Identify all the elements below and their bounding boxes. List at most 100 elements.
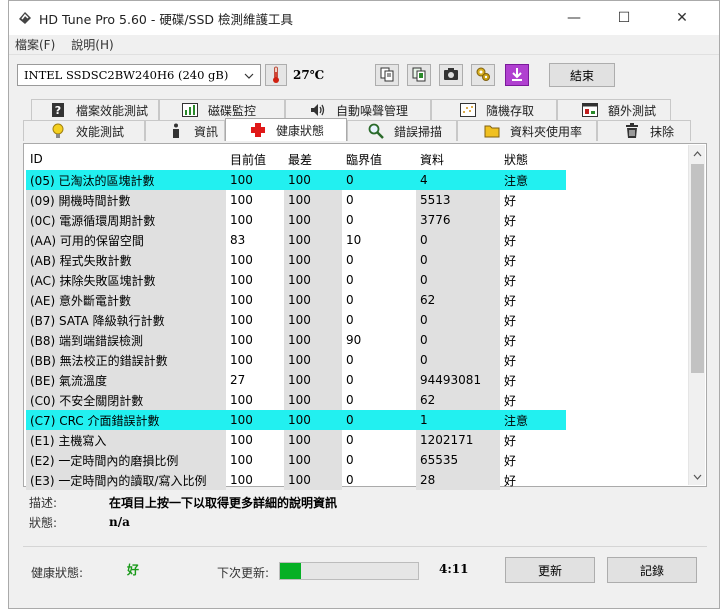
cell-threshold: 0 xyxy=(346,473,354,487)
tab-row-1: ? 檔案效能測試 磁碟監控 自動噪聲管理 隨機存取 額外測試 xyxy=(31,99,691,120)
save-download-button[interactable] xyxy=(505,64,529,86)
close-button[interactable]: ✕ xyxy=(659,1,705,35)
table-row[interactable]: (05) 已淘汰的區塊計數 100 100 0 4 注意 xyxy=(26,170,566,190)
cell-status: 好 xyxy=(504,353,517,368)
cell-current: 100 xyxy=(230,293,253,307)
table-row[interactable]: (E3) 一定時間內的讀取/寫入比例 100 100 0 28 好 xyxy=(26,470,566,490)
cell-threshold: 0 xyxy=(346,213,354,227)
tab-info[interactable]: 資訊 xyxy=(145,120,225,141)
cell-status: 好 xyxy=(504,213,517,228)
cell-status: 好 xyxy=(504,273,517,288)
col-header-threshold[interactable]: 臨界值 xyxy=(342,148,416,170)
tab-label: 隨機存取 xyxy=(486,103,535,118)
menu-help[interactable]: 說明(H) xyxy=(71,36,113,53)
table-row[interactable]: (0C) 電源循環周期計數 100 100 0 3776 好 xyxy=(26,210,566,230)
scroll-down-arrow-icon[interactable] xyxy=(689,468,706,485)
copy-icon xyxy=(379,66,395,85)
table-row[interactable]: (AB) 程式失敗計數 100 100 0 0 好 xyxy=(26,250,566,270)
cell-data: 1 xyxy=(416,410,500,430)
trash-icon xyxy=(624,123,640,139)
cell-data: 94493081 xyxy=(416,370,500,390)
drive-select[interactable]: INTEL SSDSC2BW240H6 (240 gB) xyxy=(17,64,261,86)
table-row[interactable]: (E2) 一定時間內的磨損比例 100 100 0 65535 好 xyxy=(26,450,566,470)
col-header-current[interactable]: 目前值 xyxy=(226,148,284,170)
minimize-button[interactable]: — xyxy=(551,1,597,35)
health-status-label: 健康狀態: xyxy=(31,566,84,580)
cell-worst: 100 xyxy=(284,190,342,210)
table-row[interactable]: (C7) CRC 介面錯誤計數 100 100 0 1 注意 xyxy=(26,410,566,430)
cell-status: 好 xyxy=(504,293,517,308)
cell-id: (AA) 可用的保留空間 xyxy=(26,230,226,250)
tab-error-scan[interactable]: 錯誤掃描 xyxy=(347,120,457,141)
tab-folder-usage[interactable]: 資料夾使用率 xyxy=(457,120,597,141)
download-arrow-icon xyxy=(509,66,525,85)
col-header-worst[interactable]: 最差 xyxy=(284,148,342,170)
tab-random-access[interactable]: 隨機存取 xyxy=(431,99,557,120)
cell-data: 0 xyxy=(416,330,500,350)
cell-current: 100 xyxy=(230,453,253,467)
cell-id: (E3) 一定時間內的讀取/寫入比例 xyxy=(26,470,226,490)
table-row[interactable]: (AA) 可用的保留空間 83 100 10 0 好 xyxy=(26,230,566,250)
cell-id: (E1) 主機寫入 xyxy=(26,430,226,450)
vertical-scrollbar[interactable] xyxy=(688,145,705,485)
refresh-button[interactable]: 更新 xyxy=(505,557,595,583)
description-row: 描述: 在項目上按一下以取得更多詳細的說明資訊 xyxy=(29,492,337,512)
log-button[interactable]: 記錄 xyxy=(607,557,697,583)
tab-benchmark[interactable]: 效能測試 xyxy=(23,120,145,141)
cell-status: 好 xyxy=(504,313,517,328)
cell-status: 好 xyxy=(504,253,517,268)
table-row[interactable]: (AE) 意外斷電計數 100 100 0 62 好 xyxy=(26,290,566,310)
cell-threshold: 0 xyxy=(342,170,416,190)
copy-text-button[interactable] xyxy=(375,64,399,86)
table-row[interactable]: (E1) 主機寫入 100 100 0 1202171 好 xyxy=(26,430,566,450)
maximize-button[interactable]: ☐ xyxy=(601,1,647,35)
scrollbar-thumb[interactable] xyxy=(691,164,704,373)
info-icon xyxy=(168,123,184,139)
cell-data: 62 xyxy=(416,290,500,310)
tab-erase[interactable]: 抹除 xyxy=(597,120,691,141)
table-row[interactable]: (AC) 抹除失敗區塊計數 100 100 0 0 好 xyxy=(26,270,566,290)
col-header-data[interactable]: 資料 xyxy=(416,148,500,170)
tab-aam[interactable]: 自動噪聲管理 xyxy=(285,99,431,120)
cell-data: 0 xyxy=(416,230,500,250)
col-header-id[interactable]: ID xyxy=(26,148,226,170)
tab-health[interactable]: 健康狀態 xyxy=(225,118,347,141)
cell-threshold: 10 xyxy=(346,233,362,247)
scroll-up-arrow-icon[interactable] xyxy=(689,145,706,162)
cell-current: 100 xyxy=(230,273,253,287)
col-header-status[interactable]: 狀態 xyxy=(500,148,566,170)
cell-current: 100 xyxy=(230,473,253,487)
cell-worst: 100 xyxy=(284,350,342,370)
table-header-row: ID 目前值 最差 臨界值 資料 狀態 xyxy=(26,148,566,170)
magnifier-icon xyxy=(368,123,384,139)
tab-extra-tests[interactable]: 額外測試 xyxy=(557,99,671,120)
cell-status: 好 xyxy=(504,433,517,448)
cell-status: 注意 xyxy=(500,170,566,190)
table-row[interactable]: (09) 開機時間計數 100 100 0 5513 好 xyxy=(26,190,566,210)
copy-all-button[interactable] xyxy=(407,64,431,86)
tab-file-benchmark[interactable]: ? 檔案效能測試 xyxy=(31,99,159,120)
chevron-down-icon xyxy=(244,68,254,82)
table-row[interactable]: (B8) 端到端錯誤檢測 100 100 90 0 好 xyxy=(26,330,566,350)
app-window: HD Tune Pro 5.60 - 硬碟/SSD 檢測維護工具 — ☐ ✕ 檔… xyxy=(8,0,720,609)
table-row[interactable]: (BE) 氣流溫度 27 100 0 94493081 好 xyxy=(26,370,566,390)
options-button[interactable] xyxy=(471,64,495,86)
tab-disk-monitor[interactable]: 磁碟監控 xyxy=(159,99,285,120)
cell-status: 好 xyxy=(504,233,517,248)
cell-worst: 100 xyxy=(284,370,342,390)
cell-threshold: 0 xyxy=(342,410,416,430)
hdtune-app-icon xyxy=(15,8,35,28)
tab-label: 磁碟監控 xyxy=(208,103,257,118)
cell-id: (C0) 不安全關閉計數 xyxy=(26,390,226,410)
cell-id: (AE) 意外斷電計數 xyxy=(26,290,226,310)
menu-file[interactable]: 檔案(F) xyxy=(15,36,55,53)
question-icon: ? xyxy=(50,102,66,118)
red-cross-icon xyxy=(250,122,266,138)
cell-threshold: 0 xyxy=(346,313,354,327)
table-row[interactable]: (BB) 無法校正的錯誤計數 100 100 0 0 好 xyxy=(26,350,566,370)
table-row[interactable]: (C0) 不安全關閉計數 100 100 0 62 好 xyxy=(26,390,566,410)
screenshot-button[interactable] xyxy=(439,64,463,86)
exit-button[interactable]: 結束 xyxy=(549,63,615,87)
table-row[interactable]: (B7) SATA 降級執行計數 100 100 0 0 好 xyxy=(26,310,566,330)
cell-data: 28 xyxy=(416,470,500,490)
